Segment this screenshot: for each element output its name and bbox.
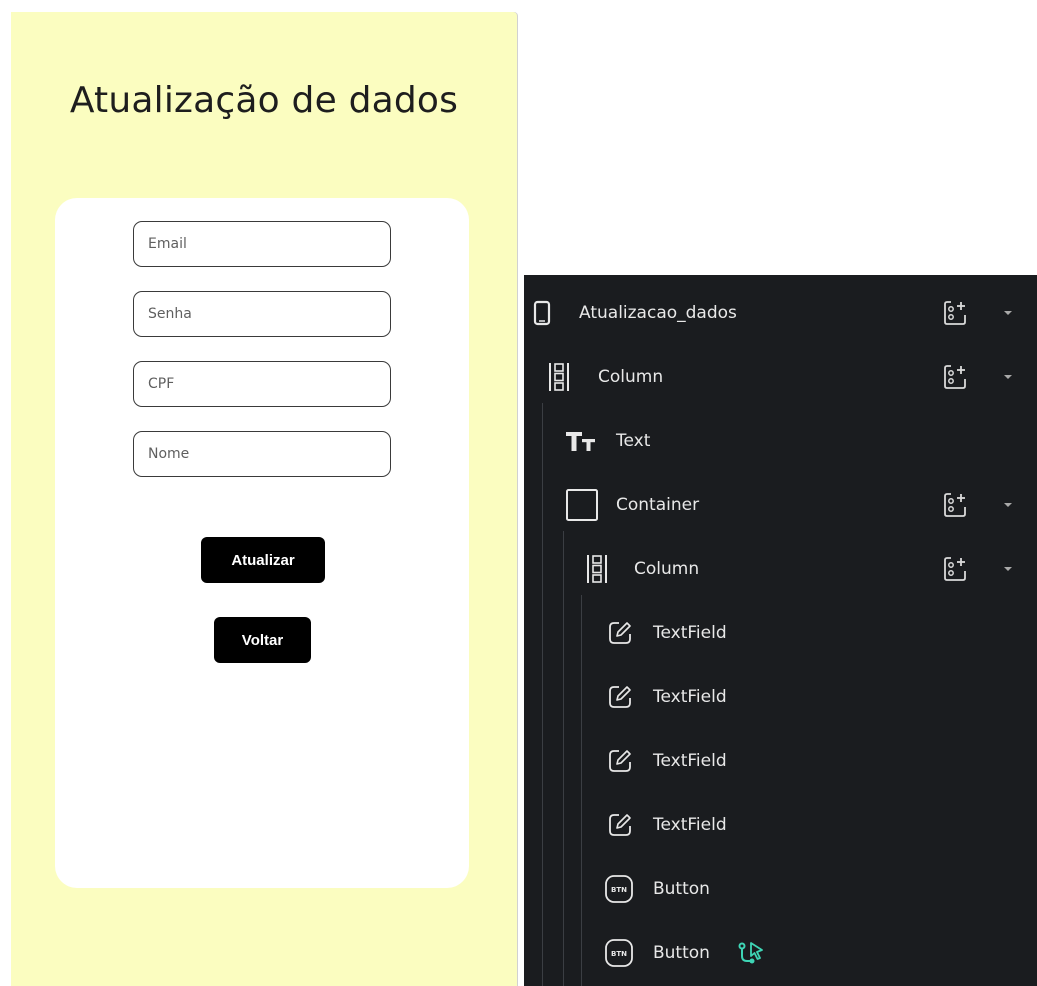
add-widget-icon[interactable]	[942, 362, 972, 392]
container-icon	[566, 489, 598, 521]
collapse-caret-icon[interactable]	[1004, 375, 1012, 379]
tree-node-textfield[interactable]: TextField	[524, 665, 1037, 729]
column-icon	[587, 555, 607, 583]
textfield-icon	[609, 686, 631, 708]
tree-node-label: Text	[616, 431, 651, 451]
widget-tree-panel: Atualizacao_dados Column Text Container …	[524, 275, 1037, 986]
tree-node-label: TextField	[653, 623, 727, 643]
tree-node-button[interactable]: BTN Button	[524, 921, 1037, 985]
form-container: Atualizar Voltar	[55, 198, 469, 888]
column-icon	[549, 363, 569, 391]
button-icon-text: BTN	[611, 886, 627, 894]
tree-node-column[interactable]: Column	[524, 345, 1037, 409]
cpf-field[interactable]	[133, 361, 391, 407]
collapse-caret-icon[interactable]	[1004, 567, 1012, 571]
tree-node-textfield[interactable]: TextField	[524, 793, 1037, 857]
textfield-icon	[609, 750, 631, 772]
email-input[interactable]	[134, 222, 390, 266]
button-icon: BTN	[605, 875, 633, 903]
tree-node-button[interactable]: BTN Button	[524, 857, 1037, 921]
tree-node-column[interactable]: Column	[524, 537, 1037, 601]
tree-node-label: Column	[598, 367, 664, 387]
app-preview: Atualização de dados Atualizar Voltar	[11, 12, 517, 986]
password-input[interactable]	[134, 292, 390, 336]
collapse-caret-icon[interactable]	[1004, 311, 1012, 315]
name-field[interactable]	[133, 431, 391, 477]
page-title: Atualização de dados	[69, 80, 459, 121]
screenshot-root: Atualização de dados Atualizar Voltar	[0, 0, 1037, 986]
tree-node-label: Button	[653, 943, 710, 963]
tree-node-label: Atualizacao_dados	[579, 303, 737, 323]
collapse-caret-icon[interactable]	[1004, 503, 1012, 507]
textfield-icon	[609, 814, 631, 836]
tree-node-textfield[interactable]: TextField	[524, 601, 1037, 665]
tree-node-label: TextField	[653, 751, 727, 771]
tree-node-label: TextField	[653, 815, 727, 835]
action-flow-icon[interactable]	[736, 938, 766, 968]
tree-node-label: Column	[634, 559, 700, 579]
tree-node-container[interactable]: Container	[524, 473, 1037, 537]
text-icon	[566, 432, 595, 451]
password-field[interactable]	[133, 291, 391, 337]
cpf-input[interactable]	[134, 362, 390, 406]
update-button[interactable]: Atualizar	[201, 537, 325, 583]
email-field[interactable]	[133, 221, 391, 267]
tree-node-label: Button	[653, 879, 710, 899]
back-button[interactable]: Voltar	[214, 617, 311, 663]
button-icon-text: BTN	[611, 950, 627, 958]
add-widget-icon[interactable]	[942, 490, 972, 520]
tree-node-label: TextField	[653, 687, 727, 707]
button-icon: BTN	[605, 939, 633, 967]
add-widget-icon[interactable]	[942, 554, 972, 584]
tree-node-label: Container	[616, 495, 700, 515]
tree-node-page[interactable]: Atualizacao_dados	[524, 281, 1037, 345]
name-input[interactable]	[134, 432, 390, 476]
phone-icon	[533, 300, 551, 326]
tree-node-text[interactable]: Text	[524, 409, 1037, 473]
add-widget-icon[interactable]	[942, 298, 972, 328]
textfield-icon	[609, 622, 631, 644]
tree-node-textfield[interactable]: TextField	[524, 729, 1037, 793]
